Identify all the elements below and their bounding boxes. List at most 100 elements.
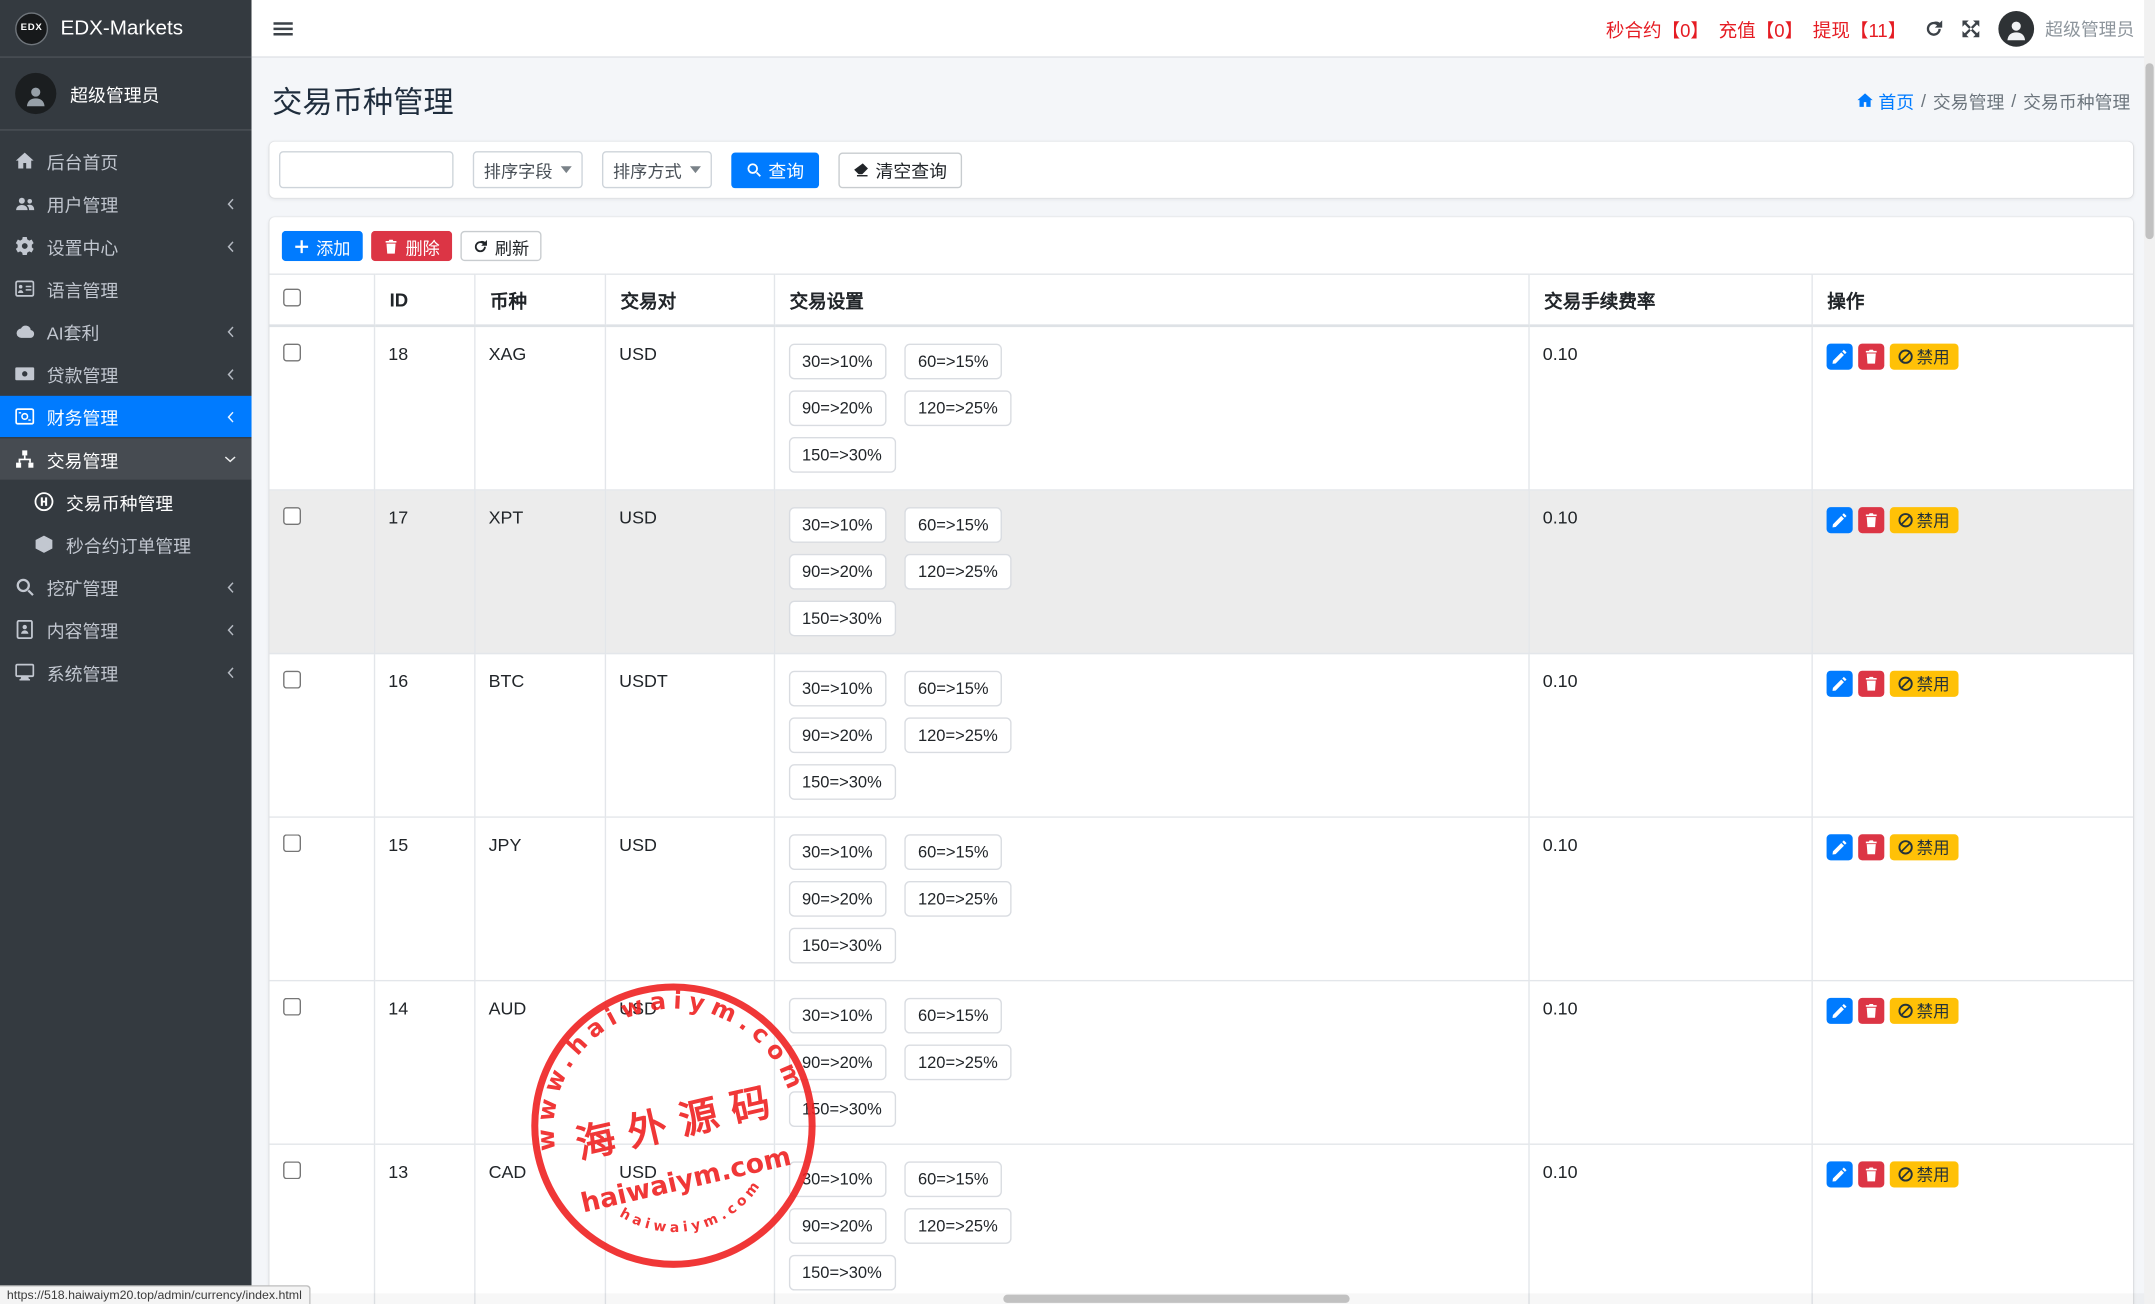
trade-setting-button[interactable]: 150=>30%: [788, 1255, 895, 1291]
fullscreen-icon[interactable]: [1961, 19, 1980, 38]
trade-setting-button[interactable]: 30=>10%: [788, 507, 886, 543]
trade-icon: [15, 449, 34, 468]
trade-setting-button[interactable]: 90=>20%: [788, 1208, 886, 1244]
notification-links[interactable]: 秒合约【0】 充值【0】 提现【11】: [1606, 14, 1906, 41]
sort-field-select[interactable]: 排序字段: [473, 151, 583, 188]
row-actions: 禁用: [1826, 671, 2119, 697]
edit-button[interactable]: [1826, 507, 1852, 533]
sidebar-item-trade[interactable]: 交易管理: [0, 438, 252, 479]
sidebar-item-loans[interactable]: 贷款管理: [0, 353, 252, 394]
trade-setting-button[interactable]: 120=>25%: [904, 390, 1011, 426]
trade-setting-button[interactable]: 90=>20%: [788, 717, 886, 753]
breadcrumb-home-link[interactable]: 首页: [1856, 87, 1914, 113]
delete-button[interactable]: 删除: [371, 231, 452, 261]
menu-toggle-icon[interactable]: [272, 17, 294, 39]
trade-setting-button[interactable]: 150=>30%: [788, 764, 895, 800]
notif-deposit[interactable]: 充值【0】: [1719, 14, 1804, 41]
row-checkbox[interactable]: [283, 998, 301, 1016]
trade-setting-button[interactable]: 120=>25%: [904, 1208, 1011, 1244]
keyword-input[interactable]: [279, 151, 454, 188]
trade-setting-button[interactable]: 150=>30%: [788, 1091, 895, 1127]
disable-button[interactable]: 禁用: [1889, 998, 1958, 1024]
sidebar-item-ai-arbitrage[interactable]: AI套利: [0, 311, 252, 352]
row-checkbox[interactable]: [283, 1161, 301, 1179]
trade-setting-button[interactable]: 90=>20%: [788, 390, 886, 426]
trade-settings: 30=>10% 60=>15% 90=>20% 120=>25% 150=>30…: [788, 344, 1038, 473]
row-delete-button[interactable]: [1858, 834, 1884, 860]
disable-button[interactable]: 禁用: [1889, 671, 1958, 697]
trade-setting-button[interactable]: 120=>25%: [904, 554, 1011, 590]
refresh-icon[interactable]: [1924, 19, 1943, 38]
search-button[interactable]: 查询: [731, 152, 819, 188]
row-checkbox[interactable]: [283, 671, 301, 689]
row-delete-button[interactable]: [1858, 1161, 1884, 1187]
row-delete-button[interactable]: [1858, 344, 1884, 370]
trade-setting-button[interactable]: 60=>15%: [904, 1161, 1002, 1197]
trade-setting-button[interactable]: 60=>15%: [904, 998, 1002, 1034]
disable-button[interactable]: 禁用: [1889, 507, 1958, 533]
trade-setting-button[interactable]: 150=>30%: [788, 601, 895, 637]
sidebar-nav: 后台首页 用户管理 设置中心 语言管理 AI套利: [0, 131, 252, 704]
horizontal-scrollbar[interactable]: [252, 1293, 2145, 1304]
trade-setting-button[interactable]: 30=>10%: [788, 1161, 886, 1197]
sidebar-subitem-seconds-orders[interactable]: 秒合约订单管理: [0, 524, 252, 565]
row-delete-button[interactable]: [1858, 507, 1884, 533]
horizontal-scrollbar-thumb[interactable]: [1003, 1295, 1349, 1303]
sidebar-subitem-currency[interactable]: 交易币种管理: [0, 481, 252, 522]
disable-button[interactable]: 禁用: [1889, 834, 1958, 860]
trade-setting-button[interactable]: 90=>20%: [788, 554, 886, 590]
edit-button[interactable]: [1826, 1161, 1852, 1187]
trade-setting-button[interactable]: 30=>10%: [788, 998, 886, 1034]
trade-setting-button[interactable]: 90=>20%: [788, 1045, 886, 1081]
sidebar-item-label: 后台首页: [47, 148, 118, 174]
sidebar-item-mining[interactable]: 挖矿管理: [0, 566, 252, 607]
sidebar-item-language[interactable]: 语言管理: [0, 268, 252, 309]
cell-id: 14: [374, 981, 474, 1145]
refresh-icon: [473, 238, 488, 253]
edit-button[interactable]: [1826, 834, 1852, 860]
trade-setting-button[interactable]: 60=>15%: [904, 671, 1002, 707]
sort-order-select[interactable]: 排序方式: [602, 151, 712, 188]
sidebar-item-label: 贷款管理: [47, 361, 118, 387]
sidebar-item-users[interactable]: 用户管理: [0, 183, 252, 224]
trade-setting-button[interactable]: 120=>25%: [904, 717, 1011, 753]
trade-setting-button[interactable]: 150=>30%: [788, 928, 895, 964]
trade-setting-button[interactable]: 150=>30%: [788, 437, 895, 473]
row-checkbox[interactable]: [283, 344, 301, 362]
trade-setting-button[interactable]: 120=>25%: [904, 1045, 1011, 1081]
trade-settings: 30=>10% 60=>15% 90=>20% 120=>25% 150=>30…: [788, 1161, 1038, 1290]
sidebar-item-content[interactable]: 内容管理: [0, 609, 252, 650]
sidebar-item-settings[interactable]: 设置中心: [0, 225, 252, 266]
trade-setting-button[interactable]: 60=>15%: [904, 344, 1002, 380]
refresh-button[interactable]: 刷新: [460, 231, 541, 261]
edit-button[interactable]: [1826, 344, 1852, 370]
disable-button[interactable]: 禁用: [1889, 1161, 1958, 1187]
brand[interactable]: EDX EDX-Markets: [0, 0, 252, 58]
notif-seconds-contract[interactable]: 秒合约【0】: [1606, 14, 1709, 41]
sidebar-item-dashboard[interactable]: 后台首页: [0, 140, 252, 181]
trade-setting-button[interactable]: 90=>20%: [788, 881, 886, 917]
sidebar-item-system[interactable]: 系统管理: [0, 651, 252, 692]
topbar-user[interactable]: 超级管理员: [1998, 10, 2134, 46]
vertical-scrollbar[interactable]: [2144, 0, 2155, 1304]
row-delete-button[interactable]: [1858, 671, 1884, 697]
trade-setting-button[interactable]: 30=>10%: [788, 671, 886, 707]
clear-search-button[interactable]: 清空查询: [838, 152, 962, 188]
row-checkbox[interactable]: [283, 834, 301, 852]
trade-setting-button[interactable]: 60=>15%: [904, 507, 1002, 543]
disable-button[interactable]: 禁用: [1889, 344, 1958, 370]
vertical-scrollbar-thumb[interactable]: [2145, 63, 2153, 239]
edit-button[interactable]: [1826, 998, 1852, 1024]
trade-setting-button[interactable]: 30=>10%: [788, 834, 886, 870]
add-button[interactable]: 添加: [282, 231, 363, 261]
trade-setting-button[interactable]: 120=>25%: [904, 881, 1011, 917]
trade-setting-button[interactable]: 30=>10%: [788, 344, 886, 380]
row-delete-button[interactable]: [1858, 998, 1884, 1024]
select-all-checkbox[interactable]: [283, 289, 301, 307]
row-checkbox[interactable]: [283, 507, 301, 525]
table-toolbar: 添加 删除 刷新: [269, 217, 2133, 273]
trade-setting-button[interactable]: 60=>15%: [904, 834, 1002, 870]
notif-withdraw[interactable]: 提现【11】: [1813, 14, 1906, 41]
edit-button[interactable]: [1826, 671, 1852, 697]
sidebar-item-finance[interactable]: 财务管理: [0, 396, 252, 437]
